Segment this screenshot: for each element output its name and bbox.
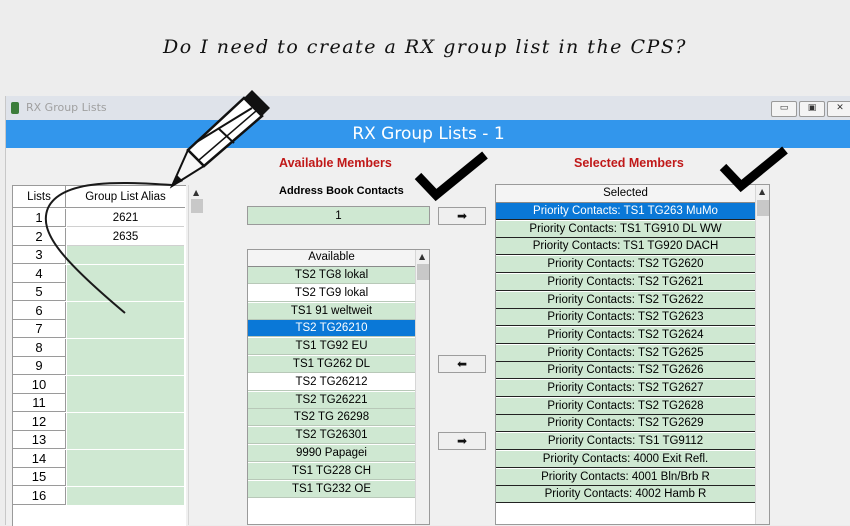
check-mark-icon xyxy=(719,146,788,193)
curve-mark xyxy=(44,181,173,314)
annotation-overlay xyxy=(44,90,788,314)
pencil-icon xyxy=(169,90,270,189)
check-mark-icon xyxy=(414,151,488,202)
